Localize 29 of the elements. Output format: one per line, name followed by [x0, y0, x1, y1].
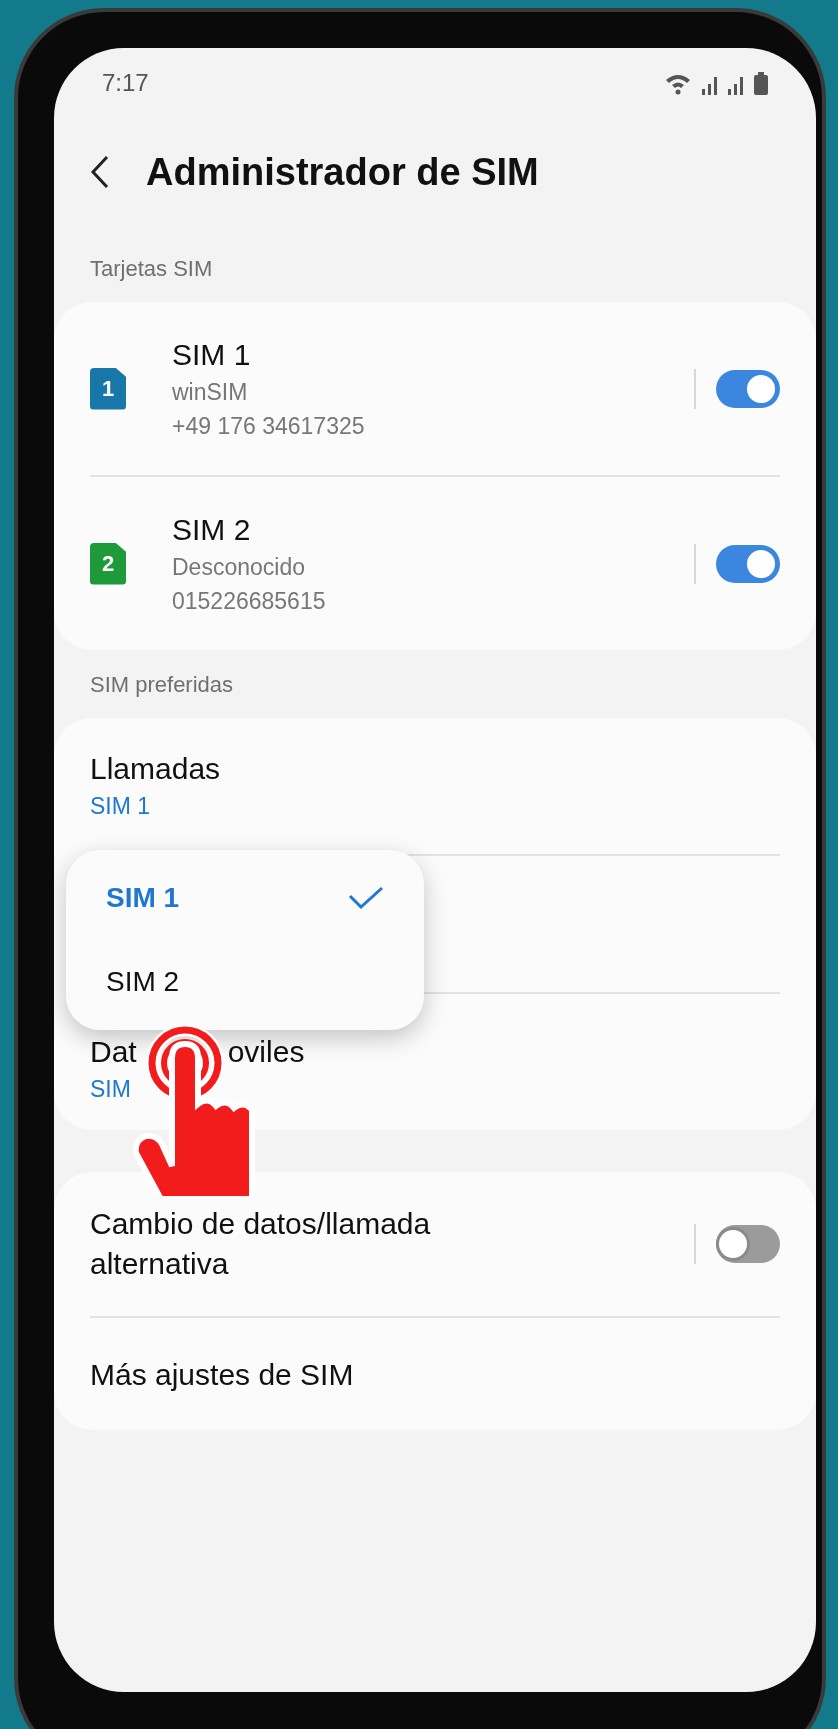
signal-icon — [702, 77, 718, 95]
setting-title: Llamadas — [90, 751, 222, 787]
setting-title: oviles — [227, 1034, 305, 1070]
setting-title: Dat — [90, 1034, 137, 1070]
toggle-switch[interactable] — [716, 544, 780, 583]
sim-card-icon: 2 — [90, 542, 126, 585]
sim-name: SIM 2 — [172, 511, 252, 548]
setting-value: SIM 1 — [90, 792, 152, 821]
screen-title: Administrador de SIM — [146, 149, 539, 195]
toggle-switch[interactable] — [716, 369, 780, 408]
section-header: SIM preferidas — [89, 670, 235, 699]
dropdown-option[interactable]: SIM 2 — [66, 940, 424, 1024]
sim-name: SIM 1 — [172, 336, 252, 373]
back-icon[interactable] — [90, 155, 110, 189]
status-time: 7:17 — [102, 68, 149, 98]
sim-card-icon: 1 — [90, 367, 126, 410]
setting-title[interactable]: Más ajustes de SIM — [90, 1351, 354, 1397]
check-icon — [348, 886, 384, 910]
sim-detail: +49 176 34617325 — [172, 411, 366, 441]
dropdown-option[interactable]: SIM 1 — [66, 856, 424, 940]
sim-detail: 015226685615 — [172, 586, 327, 616]
setting-value: SIM — [90, 1075, 132, 1104]
battery-icon — [754, 72, 768, 95]
toggle-switch[interactable] — [716, 1225, 780, 1263]
section-header: Tarjetas SIM — [89, 254, 214, 283]
sim-detail: winSIM — [172, 377, 249, 407]
setting-title: Cambio de datos/llamada alternativa — [90, 1206, 432, 1282]
sim-detail: Desconocido — [172, 552, 306, 582]
signal-icon — [728, 77, 744, 95]
